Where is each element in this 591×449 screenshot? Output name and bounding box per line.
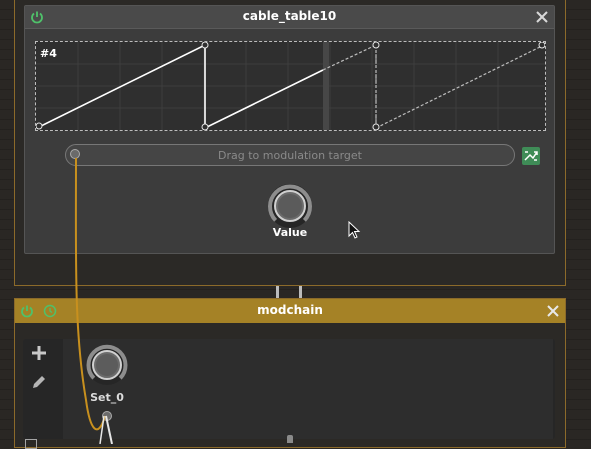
expand-icon[interactable]	[25, 439, 37, 449]
close-icon[interactable]	[535, 10, 549, 24]
modchain-title: modchain	[257, 303, 323, 317]
panel-title: cable_table10	[242, 9, 337, 23]
pointer-cursor-icon	[348, 221, 362, 241]
slot-marker-icon	[287, 435, 293, 443]
modchain-output-dot[interactable]	[102, 411, 112, 421]
close-icon[interactable]	[546, 304, 560, 318]
add-icon[interactable]	[31, 345, 47, 361]
value-knob-label: Value	[272, 226, 308, 239]
connector-left	[276, 286, 279, 298]
graph-label: #4	[40, 47, 57, 60]
set-knob[interactable]	[85, 343, 129, 387]
pencil-icon[interactable]	[31, 374, 47, 390]
modulation-drag-bar[interactable]: Drag to modulation target	[65, 144, 515, 166]
curve-editor[interactable]: #4	[35, 41, 546, 131]
connector-right	[299, 286, 302, 298]
value-knob[interactable]	[266, 182, 314, 230]
modchain-slot-area	[63, 339, 553, 439]
drag-hint-text: Drag to modulation target	[218, 149, 362, 162]
panel-titlebar[interactable]: cable_table10	[25, 6, 554, 29]
cable-table-panel: cable_table10 #4 Drag to modulation targ…	[24, 5, 555, 254]
set-knob-label: Set_0	[90, 391, 124, 404]
modchain-titlebar[interactable]: modchain	[15, 299, 565, 323]
shuffle-icon[interactable]	[521, 146, 541, 166]
modchain-panel: modchain Set_0	[14, 298, 566, 449]
